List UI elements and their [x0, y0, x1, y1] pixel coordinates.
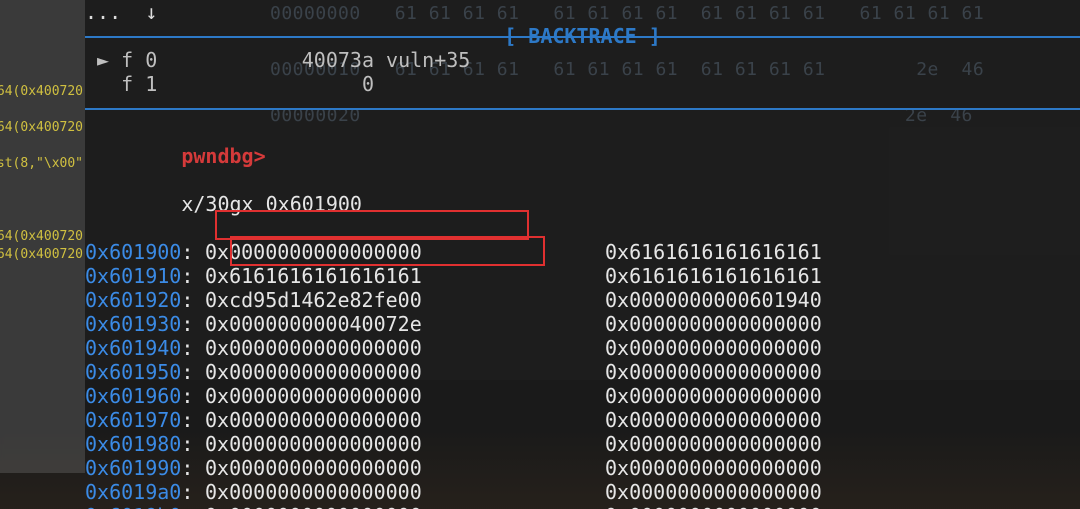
backtrace-title: [ BACKTRACE ]: [498, 24, 667, 48]
memory-row: 0x601930:0x000000000040072e0x00000000000…: [85, 312, 1080, 336]
sidebar-fragment: =p64(0x400720: [0, 83, 85, 101]
memory-row: 0x6019a0:0x00000000000000000x00000000000…: [85, 480, 1080, 504]
backtrace-frame: f 1 0: [85, 72, 1080, 96]
memory-row: 0x601950:0x00000000000000000x00000000000…: [85, 360, 1080, 384]
command-line[interactable]: pwndbg> x/30gx 0x601900: [85, 120, 1080, 240]
sidebar-fragment: [0, 28, 85, 83]
memory-row: 0x601970:0x00000000000000000x00000000000…: [85, 408, 1080, 432]
memory-row: 0x601980:0x00000000000000000x00000000000…: [85, 432, 1080, 456]
sidebar-fragment: ust(8,"\x00": [0, 155, 85, 173]
backtrace-frame: ► f 0 40073a vuln+35: [85, 48, 1080, 72]
sidebar-fragment: [0, 173, 85, 228]
left-ghost-sidebar: =p64(0x400720 =p64(0x400720 ust(8,"\x00"…: [0, 0, 85, 473]
memory-row: 0x6019b0:0x00000000000000000x00000000000…: [85, 504, 1080, 509]
memory-row: 0x601920:0xcd95d1462e82fe000x00000000006…: [85, 288, 1080, 312]
prompt: pwndbg>: [181, 144, 265, 168]
memory-row: 0x601900:0x00000000000000000x61616161616…: [85, 240, 1080, 264]
terminal[interactable]: ... ↓ [ BACKTRACE ] ► f 0 40073a vuln+35…: [85, 0, 1080, 509]
memory-row: 0x601990:0x00000000000000000x00000000000…: [85, 456, 1080, 480]
memory-row: 0x601910:0x61616161616161610x61616161616…: [85, 264, 1080, 288]
sidebar-fragment: =p64(0x400720: [0, 228, 85, 246]
collapsed-indicator: ... ↓: [85, 0, 1080, 24]
sidebar-fragment: =p64(0x400720: [0, 246, 85, 264]
memory-row: 0x601940:0x00000000000000000x00000000000…: [85, 336, 1080, 360]
sidebar-fragment: [0, 101, 85, 119]
plain-divider: [85, 96, 1080, 120]
backtrace-divider: [ BACKTRACE ]: [85, 24, 1080, 48]
sidebar-fragment: [0, 137, 85, 155]
command-text: x/30gx 0x601900: [181, 192, 362, 216]
memory-row: 0x601960:0x00000000000000000x00000000000…: [85, 384, 1080, 408]
sidebar-fragment: =p64(0x400720: [0, 119, 85, 137]
